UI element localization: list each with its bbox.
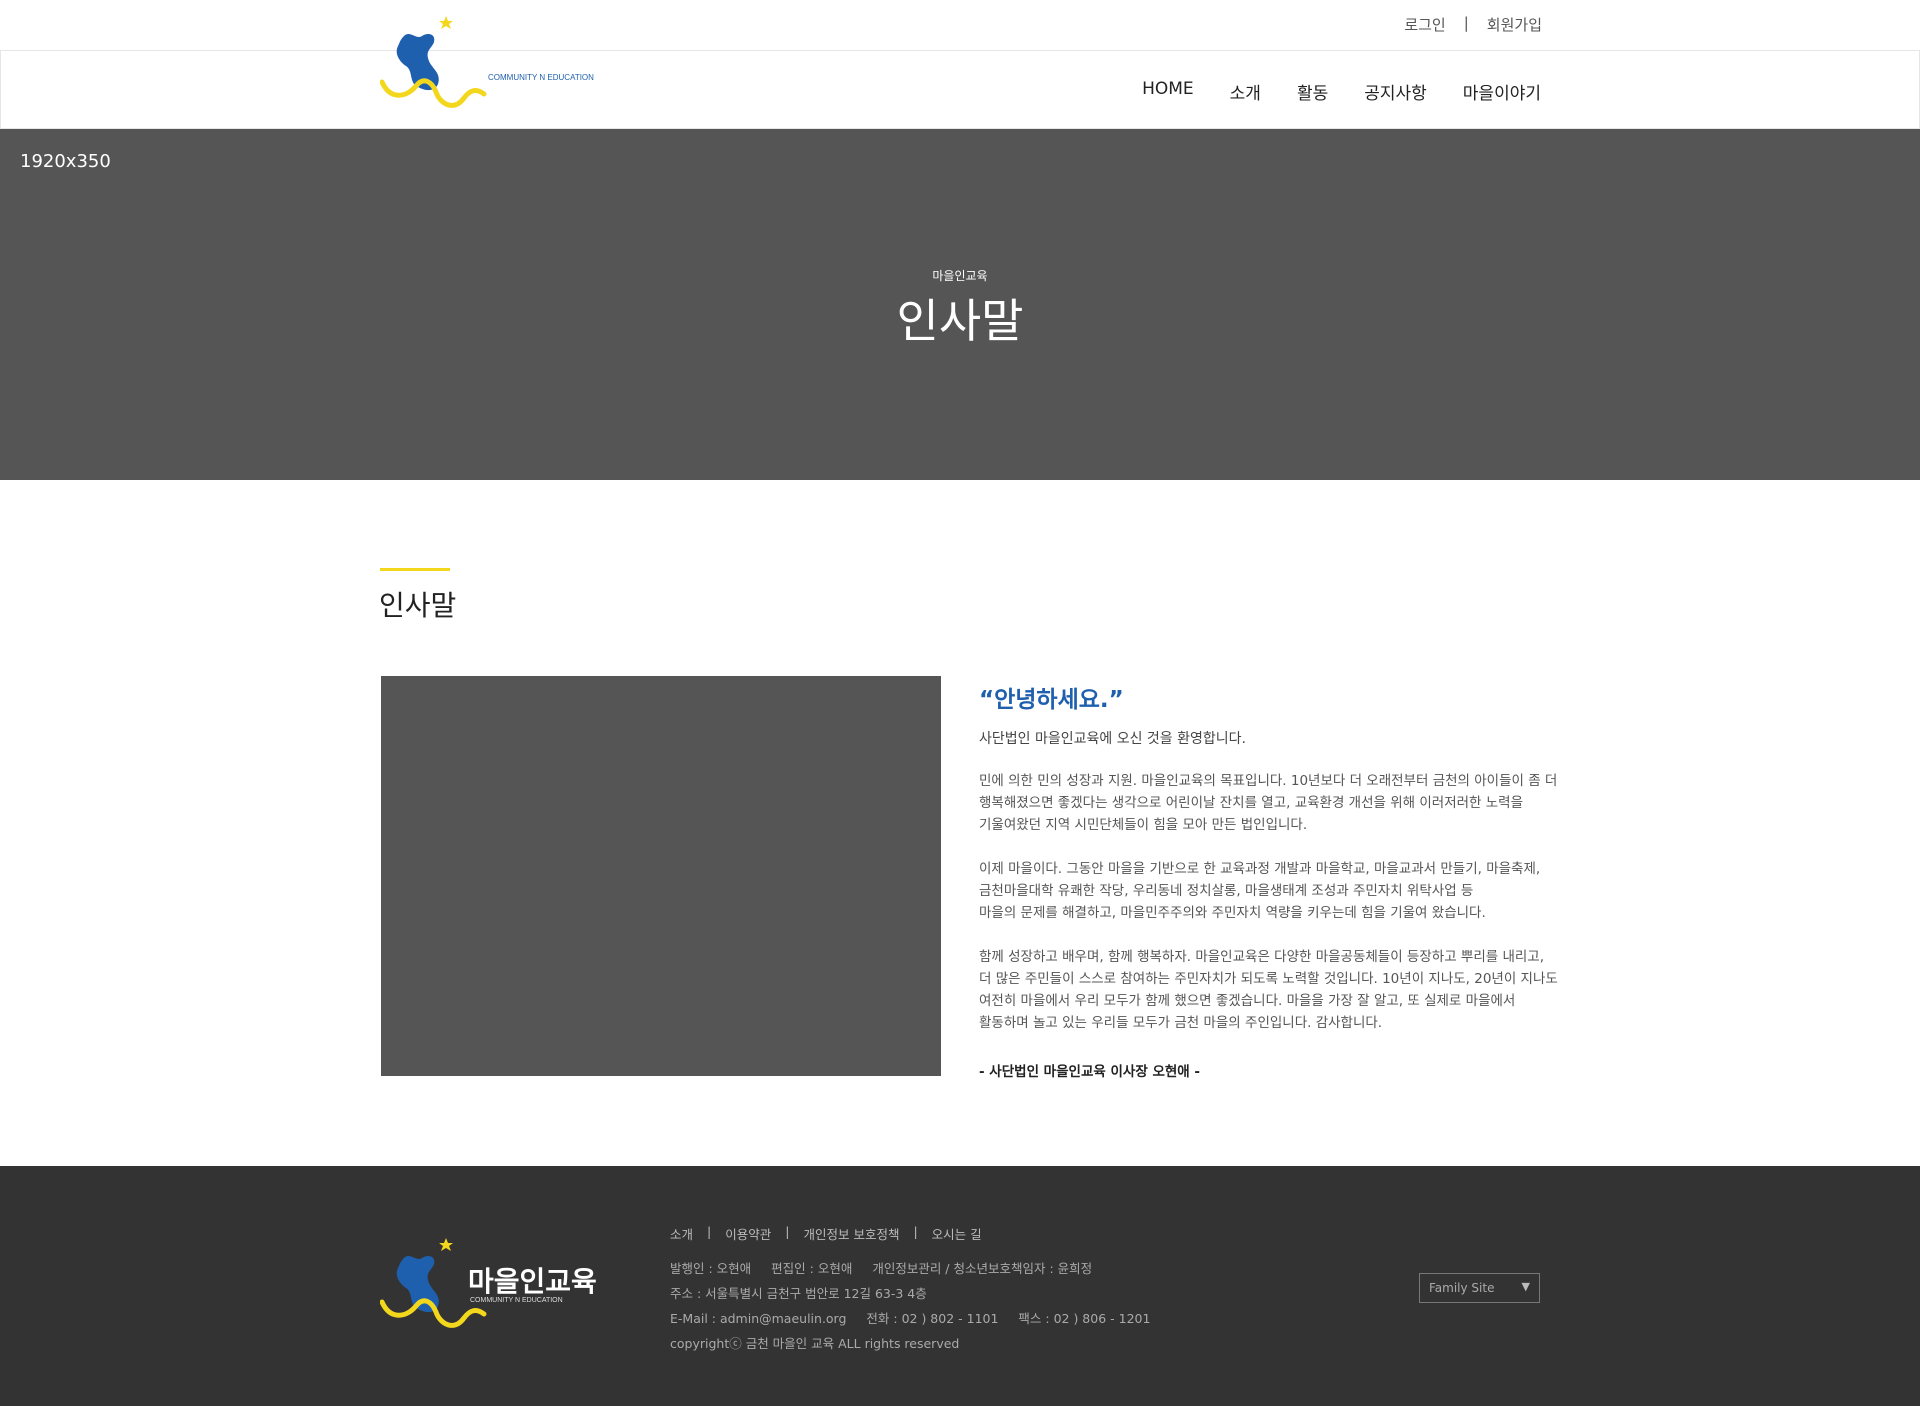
family-site-select[interactable]: Family Site ▼ [1419,1273,1540,1303]
footer-link-separator: | [707,1224,712,1239]
footer-link-terms[interactable]: 이용약관 [725,1224,771,1243]
hero-placeholder-label: 1920x350 [20,151,111,172]
footer-address: 주소 : 서울특별시 금천구 범안로 12길 63-3 4층 [670,1286,927,1301]
hero-banner: 1920x350 마을인교육 인사말 [0,129,1920,480]
footer-link-separator: | [913,1224,918,1239]
nav-item-notices[interactable]: 공지사항 [1364,79,1427,104]
footer-logo-tagline: COMMUNITY N EDUCATION [470,1297,563,1304]
nav-item-home[interactable]: HOME [1142,79,1194,104]
footer-link-about[interactable]: 소개 [670,1224,693,1243]
footer-phone: 전화 : 02 ) 802 - 1101 [866,1311,999,1326]
section-accent-bar [380,568,450,571]
nav-item-activities[interactable]: 활동 [1297,79,1328,104]
greeting-line: 마을의 문제를 해결하고, 마을민주주의와 주민자치 역량을 키우는데 힘을 기… [979,905,1486,921]
footer-link-privacy[interactable]: 개인정보 보호정책 [803,1224,899,1243]
footer-info: 발행인 : 오현애 편집인 : 오현애 개인정보관리 / 청소년보호책임자 : … [670,1256,1166,1356]
greeting-line: 함께 성장하고 배우며, 함께 행복하자. 마을인교육은 다양한 마을공동체들이… [979,949,1545,965]
logo-tagline: COMMUNITY N EDUCATION [488,73,594,82]
hero-title: 인사말 [896,294,1024,348]
footer-copyright: copyrightⓒ 금천 마을인 교육 ALL rights reserved [670,1336,960,1351]
nav-item-village-stories[interactable]: 마을이야기 [1463,79,1541,104]
top-utility-bar: 로그인 | 회원가입 [0,0,1920,51]
footer-privacy-officer: 개인정보관리 / 청소년보호책임자 : 윤희정 [872,1261,1093,1276]
footer-logo-text: 마을인교육 [468,1265,597,1298]
footer-link-directions[interactable]: 오시는 길 [932,1224,982,1243]
footer-info-line-1: 발행인 : 오현애 편집인 : 오현애 개인정보관리 / 청소년보호책임자 : … [670,1256,1166,1281]
main-nav: HOME 소개 활동 공지사항 마을이야기 [1106,79,1541,104]
greeting-line: 이제 마을이다. 그동안 마을을 기반으로 한 교육과정 개발과 마을학교, 마… [979,861,1541,877]
logo-mark-icon: COMMUNITY N EDUCATION [379,16,594,108]
site-logo[interactable]: COMMUNITY N EDUCATION [379,14,600,118]
hero-subtitle: 마을인교육 [932,269,988,283]
greeting-content: “안녕하세요.” 사단법인 마을인교육에 오신 것을 환영합니다. 민에 의한 … [979,680,1569,1080]
greeting-line: 기울여왔던 지역 시민단체들이 힘을 모아 만든 법인입니다. [979,817,1308,833]
utility-separator: | [1463,14,1469,32]
footer-logo-mark-icon: 마을인교육 COMMUNITY N EDUCATION [379,1238,597,1328]
greeting-hello: “안녕하세요.” [979,687,1124,713]
greeting-paragraph-3: 함께 성장하고 배우며, 함께 행복하자. 마을인교육은 다양한 마을공동체들이… [979,946,1569,1034]
nav-item-about[interactable]: 소개 [1230,79,1261,104]
greeting-line: 여전히 마을에서 우리 모두가 함께 했으면 좋겠습니다. 마을을 가장 잘 알… [979,993,1516,1009]
greeting-paragraph-2: 이제 마을이다. 그동안 마을을 기반으로 한 교육과정 개발과 마을학교, 마… [979,858,1569,924]
greeting-line: 민에 의한 민의 성장과 지원. 마을인교육의 목표입니다. 10년보다 더 오… [979,773,1558,789]
greeting-paragraph-1: 민에 의한 민의 성장과 지원. 마을인교육의 목표입니다. 10년보다 더 오… [979,770,1569,836]
greeting-line: 금천마을대학 유쾌한 작당, 우리동네 정치살롱, 마을생태계 조성과 주민자치… [979,883,1474,899]
section-title: 인사말 [379,589,457,622]
site-footer: 마을인교육 COMMUNITY N EDUCATION 소개 | 이용약관 | … [0,1166,1920,1406]
greeting-line: 더 많은 주민들이 스스로 참여하는 주민자치가 되도록 노력할 것입니다. 1… [979,971,1558,987]
greeting-photo [381,676,941,1076]
footer-info-line-3: E-Mail : admin@maeulin.org 전화 : 02 ) 802… [670,1306,1166,1331]
main-header: HOME 소개 활동 공지사항 마을이야기 [0,51,1920,129]
utility-links: 로그인 | 회원가입 [1404,14,1542,35]
footer-publisher: 발행인 : 오현애 [670,1261,752,1276]
dropdown-triangle-icon: ▼ [1521,1280,1530,1293]
login-link[interactable]: 로그인 [1404,14,1445,35]
footer-fax: 팩스 : 02 ) 806 - 1201 [1018,1311,1151,1326]
footer-logo[interactable]: 마을인교육 COMMUNITY N EDUCATION [379,1236,605,1341]
greeting-welcome: 사단법인 마을인교육에 오신 것을 환영합니다. [979,731,1246,747]
footer-editor: 편집인 : 오현애 [771,1261,853,1276]
greeting-line: 활동하며 놀고 있는 우리들 모두가 금천 마을의 주인입니다. 감사합니다. [979,1015,1383,1031]
family-site-label: Family Site [1429,1281,1495,1295]
footer-email: E-Mail : admin@maeulin.org [670,1311,847,1326]
signup-link[interactable]: 회원가입 [1487,14,1542,35]
footer-link-separator: | [785,1224,790,1239]
greeting-signature: - 사단법인 마을인교육 이사장 오현애 - [979,1064,1201,1080]
footer-links: 소개 | 이용약관 | 개인정보 보호정책 | 오시는 길 [670,1224,982,1243]
greeting-line: 행복해졌으면 좋겠다는 생각으로 어린이날 잔치를 열고, 교육환경 개선을 위… [979,795,1524,811]
